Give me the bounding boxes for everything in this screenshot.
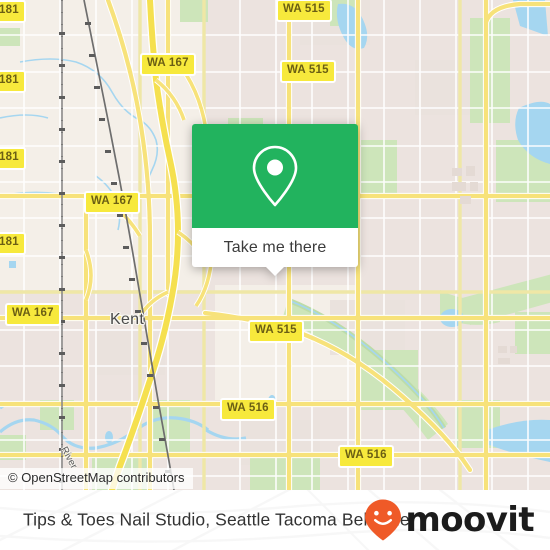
shield-181-1: 181 (0, 0, 26, 23)
place-popup[interactable]: Take me there (192, 124, 358, 276)
moovit-smiley-pin-icon (365, 499, 402, 541)
place-title: Tips & Toes Nail Studio, Seattle Tacoma … (23, 509, 410, 530)
location-pin-icon (252, 145, 298, 207)
moovit-logo[interactable]: moovit (363, 498, 535, 542)
shield-181-3: 181 (0, 147, 26, 170)
shield-wa515-mid: WA 515 (248, 320, 304, 343)
shield-wa516-left: WA 516 (220, 398, 276, 421)
shield-wa167-left: WA 167 (5, 303, 61, 326)
moovit-wordmark: moovit (405, 500, 534, 540)
popup-pointer (266, 267, 284, 276)
map-canvas[interactable]: 181 181 181 181 WA 167 WA 167 WA 167 WA 515 WA 5… (0, 0, 550, 490)
shield-wa516-right: WA 516 (338, 445, 394, 468)
shield-181-4: 181 (0, 232, 26, 255)
shield-wa167-mid: WA 167 (84, 191, 140, 214)
shield-wa515-upper: WA 515 (280, 60, 336, 83)
osm-attribution[interactable]: © OpenStreetMap contributors (0, 468, 193, 489)
footer-bar: Tips & Toes Nail Studio, Seattle Tacoma … (0, 490, 550, 550)
shield-181-2: 181 (0, 70, 26, 93)
take-me-there-button[interactable]: Take me there (192, 228, 358, 267)
shield-wa167-top: WA 167 (140, 53, 196, 76)
city-label-kent: Kent (110, 311, 145, 328)
map-screenshot: 181 181 181 181 WA 167 WA 167 WA 167 WA 515 WA 5… (0, 0, 550, 550)
popup-header (192, 124, 358, 228)
shield-wa515-top: WA 515 (276, 0, 332, 22)
